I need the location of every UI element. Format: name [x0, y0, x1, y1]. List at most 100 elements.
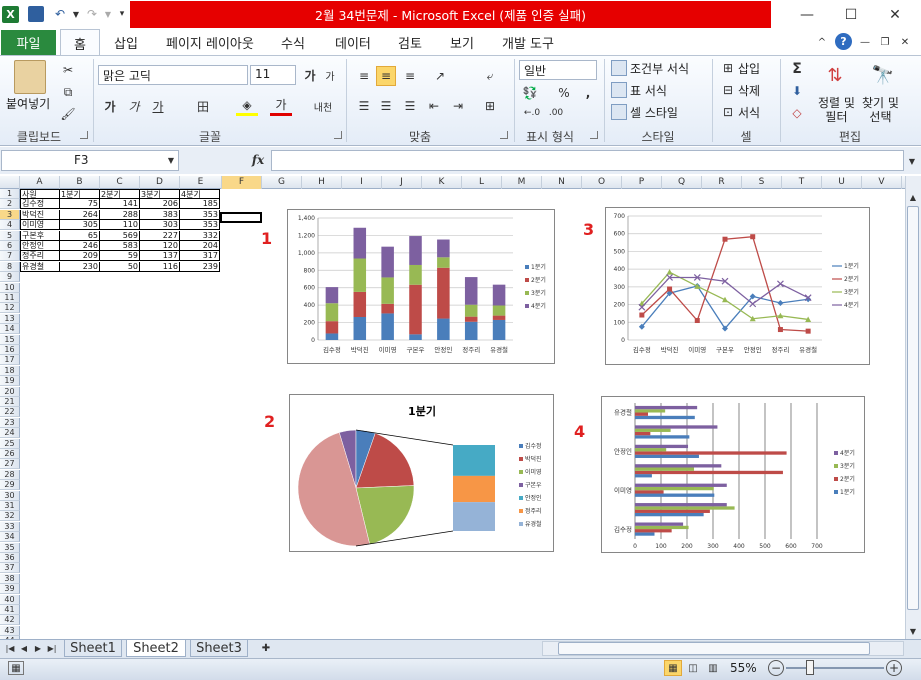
column-header-S[interactable]: S [742, 176, 782, 189]
tab-file[interactable]: 파일 [1, 30, 56, 55]
table-cell[interactable]: 209 [60, 251, 100, 262]
align-left-icon[interactable]: ☰ [354, 96, 374, 116]
paste-icon[interactable] [14, 60, 46, 94]
row-header-5[interactable]: 5 [0, 230, 20, 241]
macro-record-icon[interactable]: ▦ [8, 661, 24, 675]
cell-styles-button[interactable]: 셀 스타일 [630, 104, 678, 121]
row-header-2[interactable]: 2 [0, 199, 20, 210]
tab-formulas[interactable]: 수식 [281, 33, 305, 53]
save-icon[interactable] [28, 6, 44, 22]
table-cell[interactable]: 317 [180, 251, 220, 262]
row-header-8[interactable]: 8 [0, 261, 20, 272]
column-header-N[interactable]: N [542, 176, 582, 189]
column-header-V[interactable]: V [862, 176, 902, 189]
row-header-18[interactable]: 18 [0, 365, 20, 376]
grow-font-icon[interactable]: 가 [302, 66, 318, 84]
merge-center-icon[interactable]: ⊞ [480, 96, 500, 116]
ribbon-collapse-icon[interactable]: ^ [815, 35, 829, 49]
table-cell[interactable]: 이미영 [20, 220, 60, 231]
column-header-H[interactable]: H [302, 176, 342, 189]
font-color-button[interactable]: 가 [270, 96, 292, 116]
table-cell[interactable]: 303 [140, 220, 180, 231]
shrink-font-icon[interactable]: 가 [322, 66, 338, 84]
first-sheet-icon[interactable]: |◀ [4, 642, 16, 654]
table-cell[interactable]: 264 [60, 209, 100, 220]
orientation-icon[interactable]: ↗ [430, 66, 450, 86]
column-header-R[interactable]: R [702, 176, 742, 189]
redo-icon[interactable]: ↷ [84, 6, 100, 22]
table-cell[interactable]: 288 [100, 209, 140, 220]
table-cell[interactable]: 141 [100, 199, 140, 210]
format-painter-icon[interactable]: 🖌 [60, 106, 76, 122]
table-cell[interactable]: 1분기 [60, 189, 100, 199]
table-cell[interactable]: 120 [140, 241, 180, 251]
name-box[interactable]: F3 [1, 150, 179, 171]
insert-sheet-icon[interactable]: ✚ [258, 641, 274, 655]
number-format-select[interactable]: 일반 [519, 60, 597, 80]
row-header-12[interactable]: 12 [0, 303, 20, 314]
row-header-31[interactable]: 31 [0, 501, 20, 511]
column-header-O[interactable]: O [582, 176, 622, 189]
table-cell[interactable]: 사원 [20, 189, 60, 199]
excel-icon[interactable]: X [2, 6, 19, 23]
conditional-format-button[interactable]: 조건부 서식 [630, 60, 689, 77]
clear-icon[interactable]: ◇ [788, 104, 806, 122]
table-cell[interactable]: 2분기 [100, 189, 140, 199]
close-button[interactable]: ✕ [885, 5, 905, 25]
increase-decimal-icon[interactable]: ←.0 [522, 104, 542, 122]
table-cell[interactable]: 206 [140, 199, 180, 210]
table-cell[interactable]: 116 [140, 261, 180, 272]
zoom-in-icon[interactable]: + [886, 660, 902, 676]
row-header-21[interactable]: 21 [0, 397, 20, 407]
row-header-30[interactable]: 30 [0, 490, 20, 501]
italic-button[interactable]: 가 [124, 96, 144, 116]
stacked-column-chart[interactable]: 0 200 400 600 800 1,000 1,200 1,400 김수정 박덕진 이미영 구본우… [287, 209, 555, 364]
table-cell[interactable]: 353 [180, 220, 220, 231]
tab-page-layout[interactable]: 페이지 레이아웃 [166, 33, 254, 53]
help-icon[interactable]: ? [835, 33, 852, 50]
column-header-E[interactable]: E [180, 176, 222, 189]
clipboard-launcher-icon[interactable] [80, 131, 88, 139]
decrease-indent-icon[interactable]: ⇤ [424, 96, 444, 116]
formula-input[interactable] [271, 150, 904, 171]
scroll-up-icon[interactable]: ▲ [906, 190, 920, 204]
table-cell[interactable]: 137 [140, 251, 180, 262]
row-header-43[interactable]: 43 [0, 625, 20, 636]
copy-icon[interactable]: ⧉ [60, 84, 76, 100]
expand-formula-icon[interactable]: ▼ [905, 152, 919, 170]
window-minimize-icon[interactable]: — [858, 35, 872, 49]
table-cell[interactable]: 204 [180, 241, 220, 251]
tab-view[interactable]: 보기 [450, 33, 474, 53]
row-header-22[interactable]: 22 [0, 407, 20, 418]
next-sheet-icon[interactable]: ▶ [32, 642, 44, 654]
number-launcher-icon[interactable] [590, 131, 598, 139]
table-cell[interactable]: 50 [100, 261, 140, 272]
row-header-26[interactable]: 26 [0, 449, 20, 459]
column-header-B[interactable]: B [60, 176, 100, 189]
column-header-Q[interactable]: Q [662, 176, 702, 189]
sheet-tab-sheet1[interactable]: Sheet1 [64, 640, 122, 657]
zoom-slider[interactable] [786, 667, 884, 669]
row-header-37[interactable]: 37 [0, 563, 20, 574]
tab-developer[interactable]: 개발 도구 [502, 33, 554, 53]
table-cell[interactable]: 305 [60, 220, 100, 231]
row-header-7[interactable]: 7 [0, 251, 20, 262]
row-header-17[interactable]: 17 [0, 355, 20, 366]
format-cells-button[interactable]: 서식 [738, 104, 760, 121]
zoom-out-icon[interactable]: − [768, 660, 784, 676]
scroll-thumb[interactable] [907, 206, 919, 610]
table-cell[interactable]: 353 [180, 209, 220, 220]
increase-indent-icon[interactable]: ⇥ [448, 96, 468, 116]
column-header-A[interactable]: A [20, 176, 60, 189]
column-header-T[interactable]: T [782, 176, 822, 189]
comma-button[interactable]: , [580, 84, 596, 102]
table-cell[interactable]: 239 [180, 261, 220, 272]
row-header-9[interactable]: 9 [0, 272, 20, 283]
row-header-3[interactable]: 3 [0, 209, 20, 220]
align-center-icon[interactable]: ☰ [376, 96, 396, 116]
row-header-15[interactable]: 15 [0, 334, 20, 345]
name-box-dropdown-icon[interactable]: ▼ [165, 154, 177, 166]
autosum-button[interactable]: Σ [788, 60, 806, 78]
column-header-K[interactable]: K [422, 176, 462, 189]
active-cell[interactable] [220, 212, 262, 223]
